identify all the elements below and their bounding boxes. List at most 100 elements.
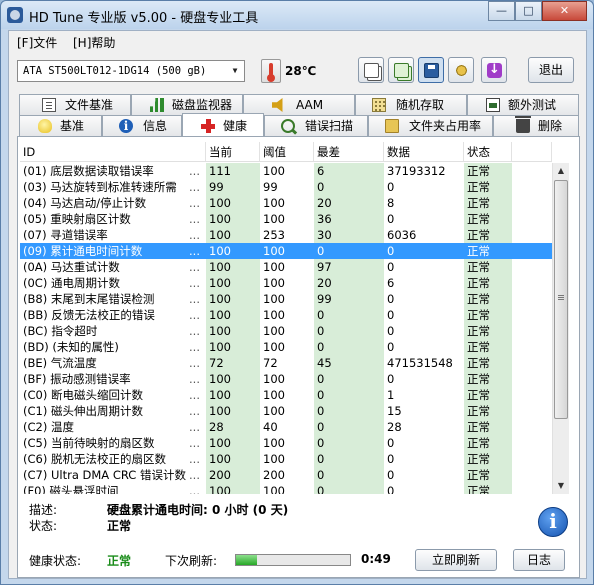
table-row[interactable]: (BC) 指令超时... 100 100 0 0 正常 bbox=[20, 323, 552, 339]
chevron-down-icon[interactable]: ▼ bbox=[228, 63, 242, 79]
log-button[interactable]: 日志 bbox=[513, 549, 565, 571]
health-status-label: 健康状态: bbox=[29, 554, 82, 568]
minimize-button[interactable]: — bbox=[488, 1, 515, 21]
table-row[interactable]: (03) 马达旋转到标准转速所需... 99 99 0 0 正常 bbox=[20, 179, 552, 195]
cell-status: 正常 bbox=[464, 211, 512, 227]
table-row[interactable]: (C1) 磁头伸出周期计数... 100 100 0 15 正常 bbox=[20, 403, 552, 419]
cell-filler bbox=[512, 163, 552, 179]
smart-table[interactable]: ID 当前 阈值 最差 数据 状态 (01) 底层数据读取错误率... 111 10… bbox=[20, 142, 552, 494]
cell-threshold: 72 bbox=[263, 356, 278, 370]
cell-status: 正常 bbox=[464, 323, 512, 339]
table-row[interactable]: (05) 重映射扇区计数... 100 100 36 0 正常 bbox=[20, 211, 552, 227]
cell-id: (B8) 末尾到末尾错误检测... bbox=[23, 292, 200, 306]
cell-current: 111 bbox=[206, 163, 260, 179]
options-button[interactable] bbox=[448, 57, 474, 83]
cell-worst: 45 bbox=[314, 355, 384, 371]
cell-threshold: 100 bbox=[263, 244, 285, 258]
cell-status: 正常 bbox=[464, 419, 512, 435]
menu-file[interactable]: [F]文件 bbox=[17, 34, 57, 51]
tab-error-scan[interactable]: 错误扫描 bbox=[264, 115, 368, 136]
tab-folder-usage[interactable]: 文件夹占用率 bbox=[368, 115, 493, 136]
cell-threshold: 200 bbox=[263, 468, 285, 482]
cell-data: 0 bbox=[387, 436, 395, 450]
header-worst[interactable]: 最差 bbox=[314, 142, 384, 161]
table-row[interactable]: (C7) Ultra DMA CRC 错误计数... 200 200 0 0 正常 bbox=[20, 467, 552, 483]
ellipsis-indicator: ... bbox=[189, 468, 200, 482]
table-row[interactable]: (BF) 振动感测错误率... 100 100 0 0 正常 bbox=[20, 371, 552, 387]
exit-button[interactable]: 退出 bbox=[528, 57, 574, 83]
header-status[interactable]: 状态 bbox=[464, 142, 512, 161]
copy-text-button[interactable] bbox=[358, 57, 384, 83]
table-row[interactable]: (07) 寻道错误率... 100 253 30 6036 正常 bbox=[20, 227, 552, 243]
cell-threshold: 100 bbox=[263, 164, 285, 178]
cell-current: 100 bbox=[206, 307, 260, 323]
cell-id: (07) 寻道错误率... bbox=[23, 228, 200, 242]
tab-aam[interactable]: AAM bbox=[243, 94, 355, 115]
tab-extra-tests[interactable]: 额外测试 bbox=[467, 94, 579, 115]
table-row[interactable]: (0C) 通电周期计数... 100 100 20 6 正常 bbox=[20, 275, 552, 291]
info-button[interactable] bbox=[538, 507, 568, 537]
tab-disk-monitor[interactable]: 磁盘监视器 bbox=[131, 94, 243, 115]
copy-screenshot-button[interactable] bbox=[388, 57, 414, 83]
cell-status: 正常 bbox=[464, 355, 512, 371]
table-row[interactable]: (09) 累计通电时间计数... 100 100 0 0 正常 bbox=[20, 243, 552, 259]
tab-file-benchmark[interactable]: 文件基准 bbox=[19, 94, 131, 115]
download-button[interactable] bbox=[481, 57, 507, 83]
table-row[interactable]: (C6) 脱机无法校正的扇区数... 100 100 0 0 正常 bbox=[20, 451, 552, 467]
tab-random-access[interactable]: 随机存取 bbox=[355, 94, 467, 115]
table-row[interactable]: (BE) 气流温度... 72 72 45 471531548 正常 bbox=[20, 355, 552, 371]
scroll-down-icon[interactable]: ▼ bbox=[553, 478, 569, 494]
scroll-thumb[interactable] bbox=[554, 180, 568, 419]
table-row[interactable]: (C2) 温度... 28 40 0 28 正常 bbox=[20, 419, 552, 435]
cell-data: 0 bbox=[387, 244, 395, 258]
cell-data: 0 bbox=[387, 292, 395, 306]
cell-threshold: 100 bbox=[263, 324, 285, 338]
table-row[interactable]: (0A) 马达重试计数... 100 100 97 0 正常 bbox=[20, 259, 552, 275]
table-row[interactable]: (C0) 断电磁头缩回计数... 100 100 0 1 正常 bbox=[20, 387, 552, 403]
tab-erase[interactable]: 删除 bbox=[493, 115, 579, 136]
menu-help[interactable]: [H]帮助 bbox=[73, 34, 115, 51]
table-row[interactable]: (04) 马达启动/停止计数... 100 100 20 8 正常 bbox=[20, 195, 552, 211]
cell-id: (0C) 通电周期计数... bbox=[23, 276, 200, 290]
tab-benchmark[interactable]: 基准 bbox=[19, 115, 102, 136]
vertical-scrollbar[interactable]: ▲ ▼ bbox=[552, 163, 569, 494]
refresh-now-button[interactable]: 立即刷新 bbox=[415, 549, 497, 571]
table-row[interactable]: (01) 底层数据读取错误率... 111 100 6 37193312 正常 bbox=[20, 163, 552, 179]
cell-worst: 0 bbox=[314, 403, 384, 419]
table-row[interactable]: (B8) 末尾到末尾错误检测... 100 100 99 0 正常 bbox=[20, 291, 552, 307]
ellipsis-indicator: ... bbox=[189, 276, 200, 290]
maximize-button[interactable]: □ bbox=[515, 1, 542, 21]
header-id[interactable]: ID bbox=[20, 142, 206, 161]
cell-worst: 20 bbox=[314, 195, 384, 211]
tab-info[interactable]: 信息 bbox=[102, 115, 182, 136]
status-value: 正常 bbox=[107, 519, 132, 533]
scroll-up-icon[interactable]: ▲ bbox=[553, 163, 569, 179]
close-button[interactable]: ✕ bbox=[542, 1, 587, 21]
header-data[interactable]: 数据 bbox=[384, 142, 464, 161]
cell-worst: 0 bbox=[314, 387, 384, 403]
tab-label: 信息 bbox=[143, 119, 168, 133]
cell-id: (0A) 马达重试计数... bbox=[23, 260, 200, 274]
table-row[interactable]: (BD) (未知的属性)... 100 100 0 0 正常 bbox=[20, 339, 552, 355]
table-row[interactable]: (C5) 当前待映射的扇区数... 100 100 0 0 正常 bbox=[20, 435, 552, 451]
cell-status: 正常 bbox=[464, 451, 512, 467]
ellipsis-indicator: ... bbox=[189, 388, 200, 402]
cell-worst: 30 bbox=[314, 227, 384, 243]
ellipsis-indicator: ... bbox=[189, 260, 200, 274]
grid-icon bbox=[372, 98, 386, 112]
tab-health[interactable]: 健康 bbox=[182, 113, 264, 136]
cell-status: 正常 bbox=[464, 195, 512, 211]
header-current[interactable]: 当前 bbox=[206, 142, 260, 161]
arrow-down-icon bbox=[487, 62, 502, 78]
save-button[interactable] bbox=[418, 57, 444, 83]
cell-filler bbox=[512, 307, 552, 323]
drive-select[interactable]: ATA ST500LT012-1DG14 (500 gB) ▼ bbox=[17, 60, 245, 82]
cell-status: 正常 bbox=[464, 227, 512, 243]
table-row[interactable]: (F0) 磁头悬浮时间... 100 100 0 0 正常 bbox=[20, 483, 552, 494]
ellipsis-indicator: ... bbox=[189, 484, 200, 494]
cell-current: 28 bbox=[206, 419, 260, 435]
table-row[interactable]: (BB) 反馈无法校正的错误... 100 100 0 0 正常 bbox=[20, 307, 552, 323]
header-threshold[interactable]: 阈值 bbox=[260, 142, 314, 161]
cell-threshold: 100 bbox=[263, 212, 285, 226]
ellipsis-indicator: ... bbox=[189, 292, 200, 306]
